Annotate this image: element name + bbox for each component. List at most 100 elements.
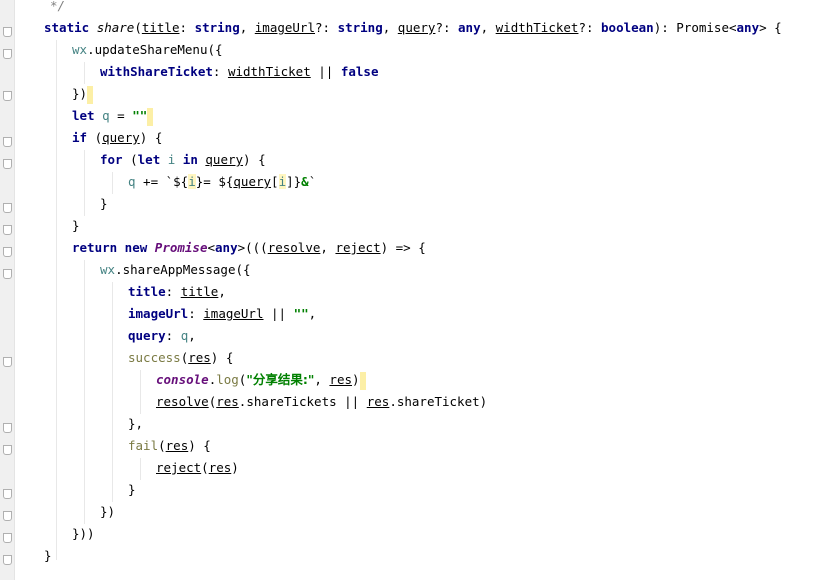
punctuation: >((( (237, 240, 268, 255)
code-line: q += `${i}= ${query[i]}&` (128, 171, 316, 193)
fold-marker-icon[interactable] (3, 555, 12, 565)
punctuation: [ (271, 174, 279, 189)
keyword: for (100, 152, 123, 167)
param-name: query (205, 152, 244, 167)
param-name: res (165, 438, 189, 453)
indent-guide (140, 458, 141, 480)
punctuation: : (188, 306, 204, 321)
code-line: console.log("分享结果:", res) (156, 369, 366, 391)
punctuation: ({ (207, 42, 223, 57)
punctuation: : (165, 328, 181, 343)
code-line: } (100, 193, 108, 215)
punctuation: , (308, 306, 317, 321)
fold-marker-icon[interactable] (3, 203, 12, 213)
code-line: if (query) { (72, 127, 162, 149)
keyword: new (117, 240, 155, 255)
fold-marker-icon[interactable] (3, 533, 12, 543)
param-name: reject (335, 240, 381, 255)
punctuation: , (218, 284, 226, 299)
indent-guide (84, 260, 85, 524)
punctuation: ({ (235, 262, 251, 277)
property-name: withShareTicket (100, 64, 213, 79)
punctuation: < (207, 240, 216, 255)
code-line: wx.shareAppMessage({ (100, 259, 251, 281)
punctuation: > { (759, 20, 782, 35)
fold-marker-icon[interactable] (3, 445, 12, 455)
punctuation: ) => { (380, 240, 426, 255)
code-line: query: q, (128, 325, 196, 347)
type-keyword: string (194, 20, 240, 35)
fold-marker-icon[interactable] (3, 137, 12, 147)
fold-marker-icon[interactable] (3, 269, 12, 279)
fold-marker-icon[interactable] (3, 159, 12, 169)
param-name: resolve (267, 240, 321, 255)
fold-marker-icon[interactable] (3, 91, 12, 101)
operator: || (263, 306, 294, 321)
param-name: imageUrl (203, 306, 264, 321)
string-literal: "分享结果:" (246, 372, 315, 387)
code-line: withShareTicket: widthTicket || false (100, 61, 379, 83)
property-access: .shareTicket) (389, 394, 488, 409)
code-line: } (128, 479, 136, 501)
comment-text: */ (50, 0, 66, 13)
code-line: } (72, 215, 80, 237)
fold-marker-icon[interactable] (3, 423, 12, 433)
fold-marker-icon[interactable] (3, 489, 12, 499)
code-line: title: title, (128, 281, 226, 303)
punctuation: , (314, 372, 330, 387)
global-object: console (156, 372, 209, 387)
brace-match-highlight (359, 371, 366, 390)
fold-marker-icon[interactable] (3, 247, 12, 257)
code-line: wx.updateShareMenu({ (72, 39, 223, 61)
code-line: }, (128, 413, 143, 435)
indent-guide (112, 172, 113, 194)
operator: || (310, 64, 341, 79)
code-line: success(res) { (128, 347, 233, 369)
punctuation: ) { (243, 152, 266, 167)
punctuation: . (87, 42, 95, 57)
param-name: res (329, 372, 352, 387)
variable-name: i (188, 174, 196, 189)
punctuation: ?: (578, 20, 602, 35)
punctuation: } (72, 218, 80, 233)
type-keyword: any (215, 240, 238, 255)
fold-marker-icon[interactable] (3, 225, 12, 235)
keyword: in (182, 152, 198, 167)
type-keyword: boolean (601, 20, 654, 35)
property-name: title (128, 284, 166, 299)
fold-marker-icon[interactable] (3, 49, 12, 59)
param-name: widthTicket (495, 20, 579, 35)
identifier: wx (100, 262, 116, 277)
keyword: let (72, 108, 95, 123)
code-line: return new Promise<any>(((resolve, rejec… (72, 237, 426, 259)
indent-guide (112, 282, 113, 502)
punctuation: ` (308, 174, 317, 189)
code-line: imageUrl: imageUrl || "", (128, 303, 316, 325)
code-line: */ (50, 0, 65, 17)
punctuation: } (44, 548, 52, 563)
variable-name: q (94, 108, 110, 123)
variable-name: i (278, 174, 287, 189)
punctuation: ) (352, 372, 360, 387)
function-name: share (96, 20, 135, 35)
code-editor[interactable]: */ static share(title: string, imageUrl?… (14, 0, 816, 580)
punctuation: , (239, 20, 255, 35)
property-access: .shareTickets || (238, 394, 367, 409)
indent-guide (84, 150, 85, 216)
code-line: resolve(res.shareTickets || res.shareTic… (156, 391, 487, 413)
fold-marker-icon[interactable] (3, 511, 12, 521)
fold-marker-icon[interactable] (3, 27, 12, 37)
punctuation: ( (201, 460, 209, 475)
param-name: query (397, 20, 436, 35)
method-name: updateShareMenu (94, 42, 208, 57)
param-name: reject (156, 460, 202, 475)
code-line: static share(title: string, imageUrl?: s… (44, 17, 782, 39)
param-name: res (188, 350, 211, 365)
property-name: imageUrl (128, 306, 189, 321)
brace-match-highlight (87, 85, 94, 104)
fold-marker-icon[interactable] (3, 357, 12, 367)
indent-guide (56, 40, 57, 560)
type-keyword: any (736, 20, 760, 35)
code-line: fail(res) { (128, 435, 211, 457)
param-name: res (216, 394, 239, 409)
